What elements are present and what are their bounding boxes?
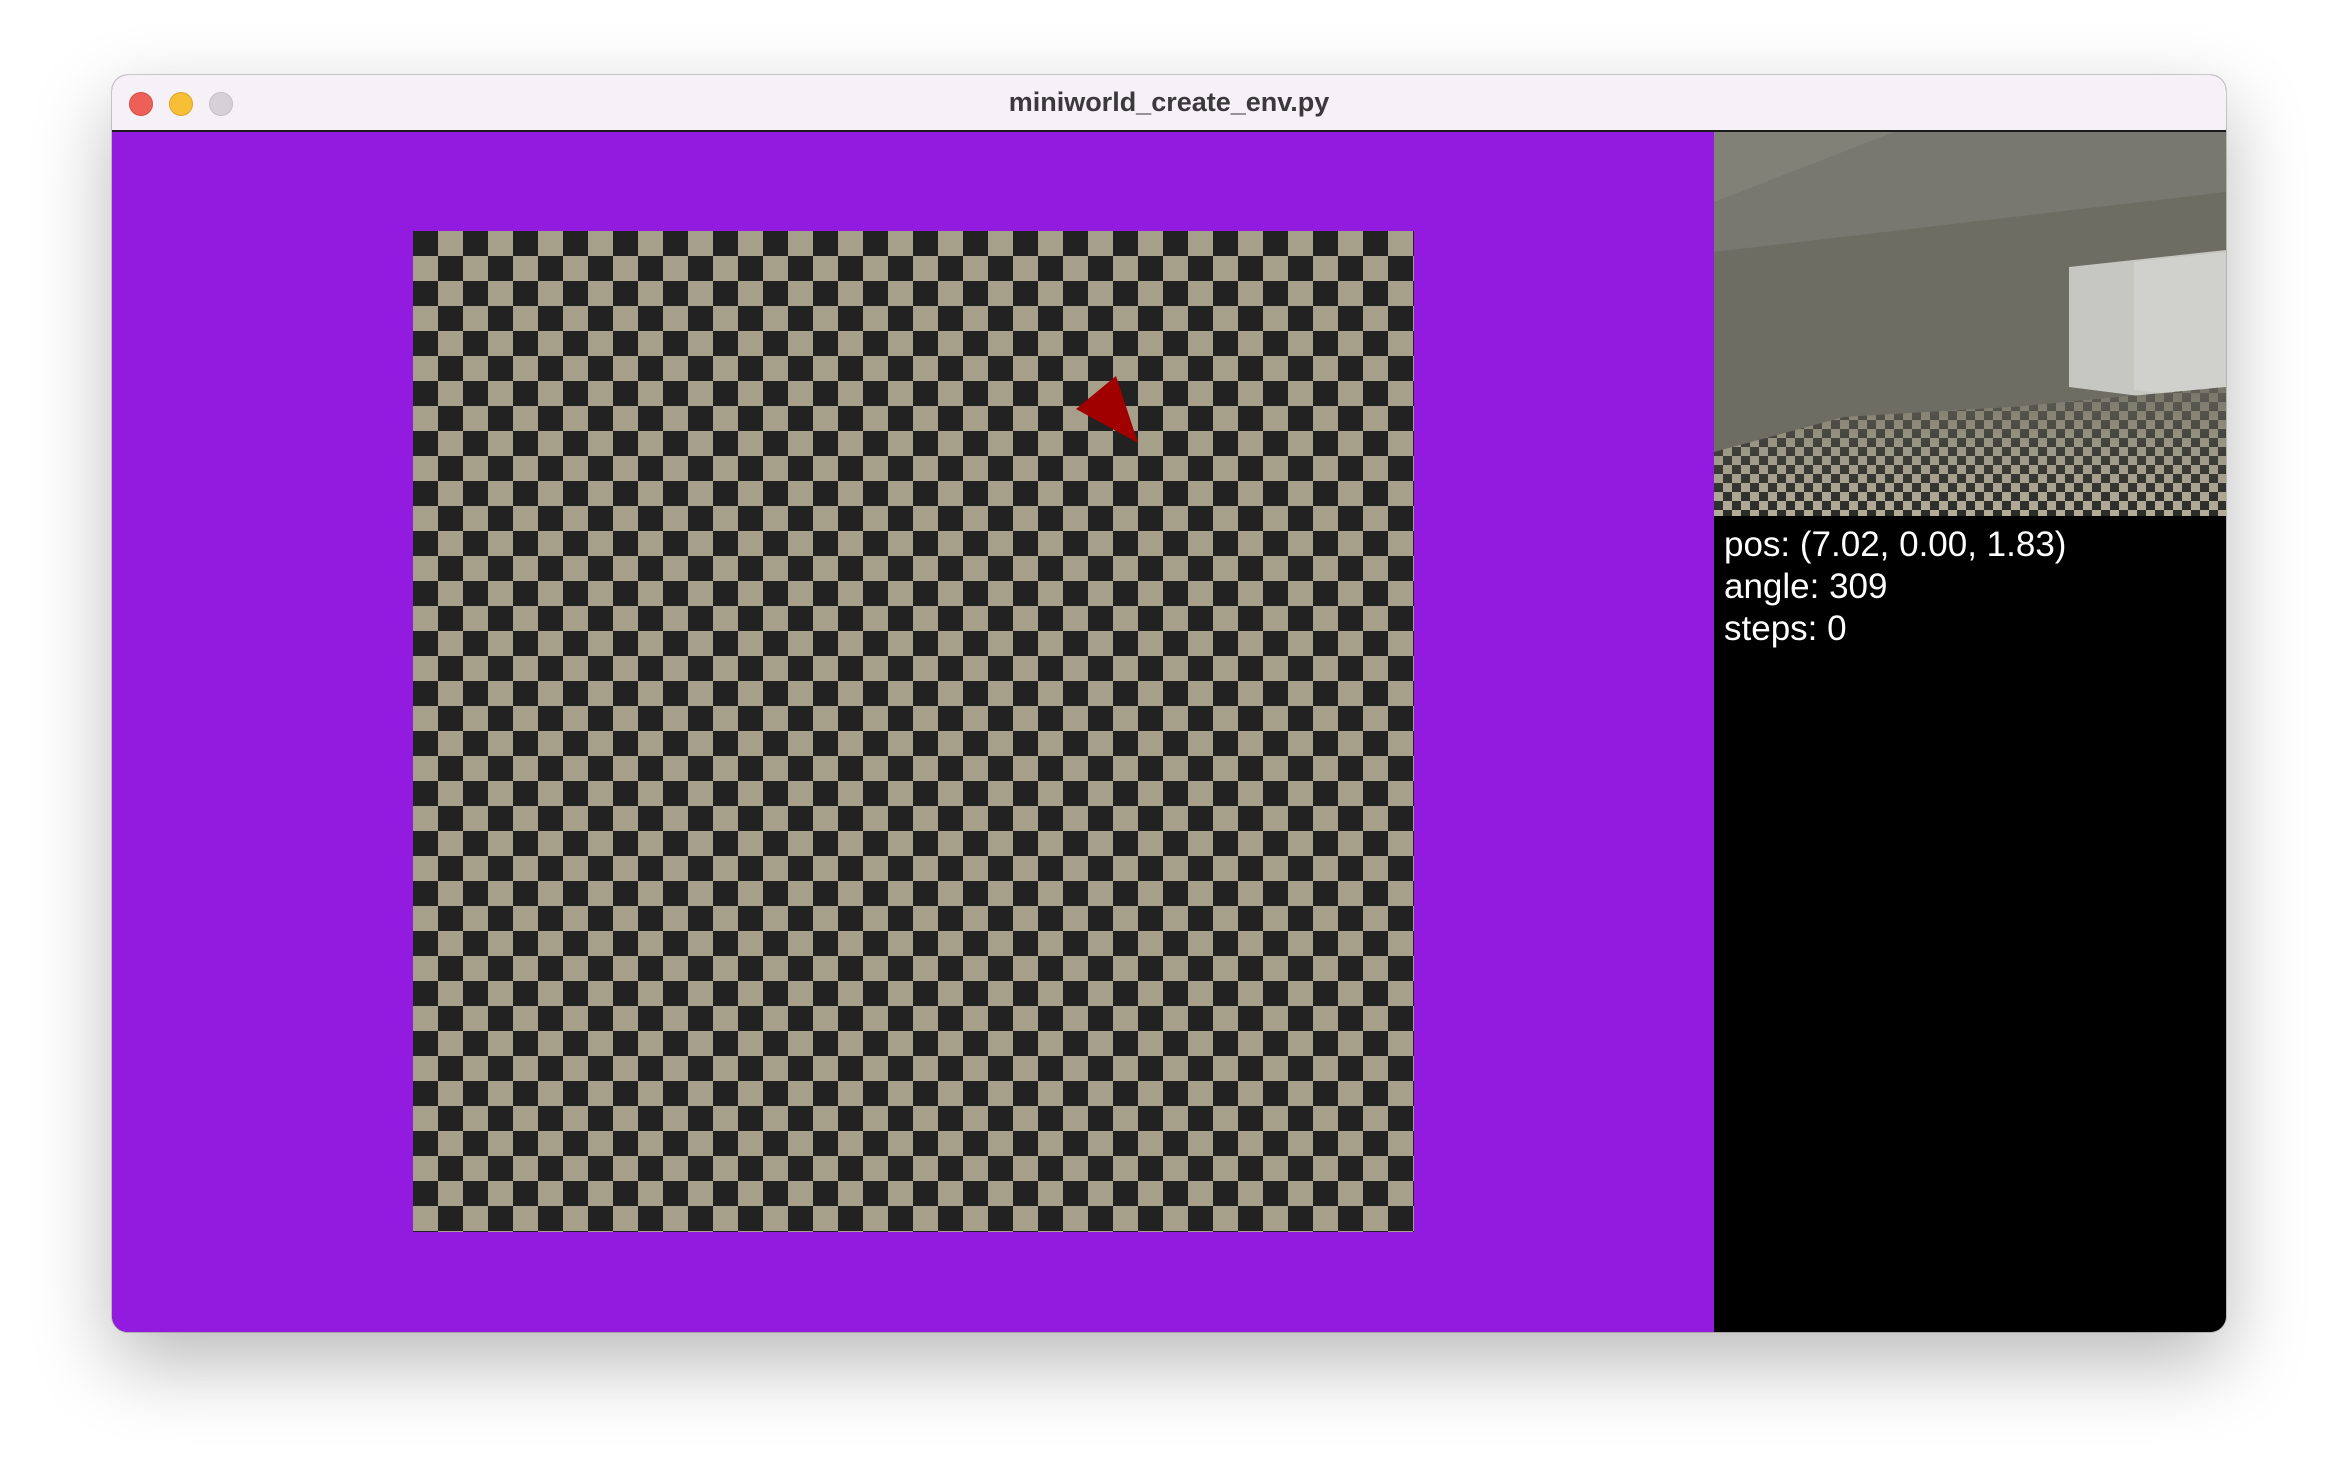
checkered-floor [413,231,1414,1232]
position-readout: pos: (7.02, 0.00, 1.83) [1724,525,2067,564]
angle-readout: angle: 309 [1724,567,1888,606]
window-title: miniworld_create_env.py [1008,87,1330,117]
camera-scene [1714,132,2226,516]
top-down-map [112,132,1714,1332]
app-window: miniworld_create_env.py pos: (7.02, 0.00… [112,75,2226,1332]
render-area: pos: (7.02, 0.00, 1.83) angle: 309 steps… [112,132,2226,1332]
agent-status-readout: pos: (7.02, 0.00, 1.83) angle: 309 steps… [1724,524,2066,650]
first-person-camera-view [1714,132,2226,516]
side-panel: pos: (7.02, 0.00, 1.83) angle: 309 steps… [1714,132,2226,1332]
title-bar[interactable]: miniworld_create_env.py [112,75,2226,132]
steps-readout: steps: 0 [1724,609,1847,648]
